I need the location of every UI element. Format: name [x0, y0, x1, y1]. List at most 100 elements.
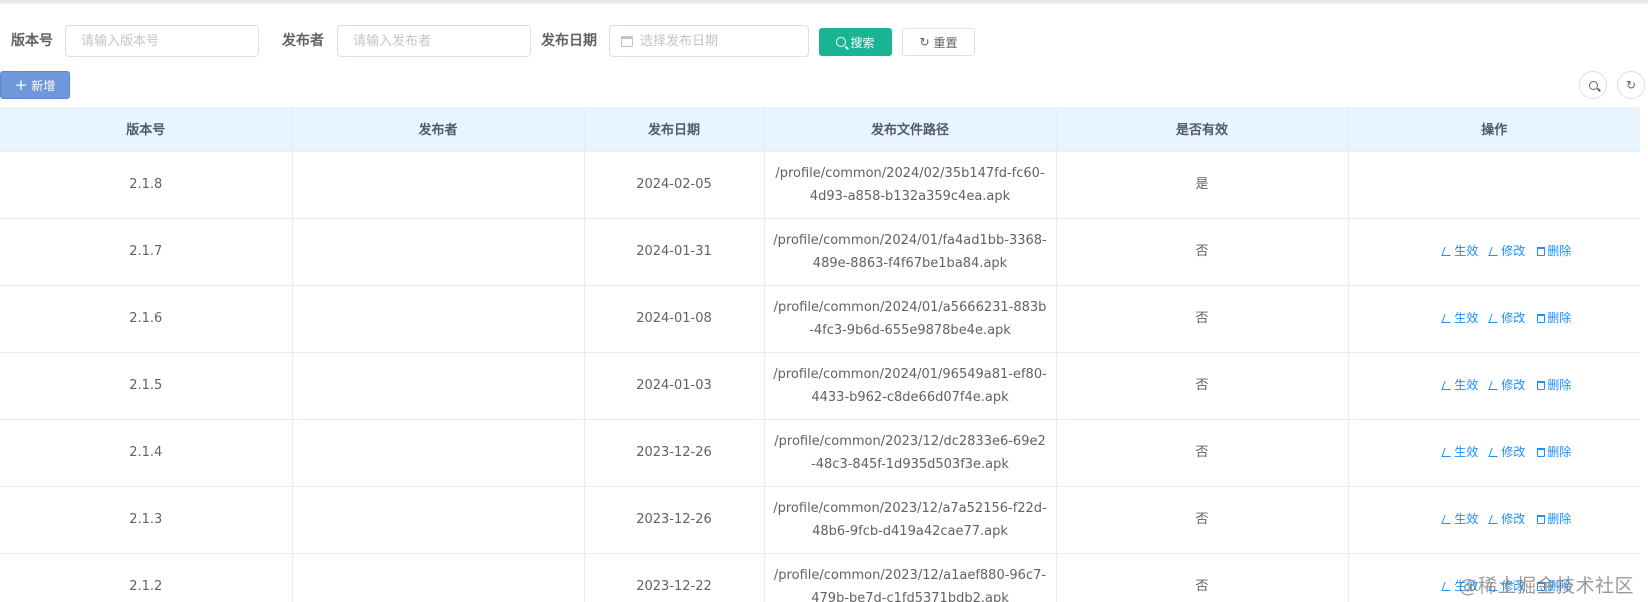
cell-date: 2024-01-08: [584, 285, 765, 353]
action-label: 删除: [1547, 378, 1572, 392]
delete-button[interactable]: 删除: [1537, 508, 1571, 531]
reset-button-label: 重置: [933, 35, 958, 50]
search-button-label: 搜索: [850, 35, 875, 50]
delete-button[interactable]: 删除: [1537, 307, 1571, 330]
table-row: 2.1.6 2024-01-08/profile/common/2024/01/a…: [0, 285, 1640, 353]
edit-icon: [1441, 582, 1454, 591]
trash-icon: [1537, 314, 1546, 323]
action-label: 生效: [1454, 311, 1479, 325]
edit-icon: [1488, 448, 1501, 457]
edit-icon: [1441, 448, 1454, 457]
refresh-icon: ↻: [919, 35, 930, 49]
edit-icon: [1441, 381, 1454, 390]
cell-version: 2.1.6: [0, 285, 293, 353]
date-input[interactable]: [640, 26, 800, 56]
cell-publisher: [292, 486, 585, 554]
cell-path: /profile/common/2023/12/a1aef880-96c7-47…: [764, 553, 1057, 602]
action-label: 修改: [1501, 512, 1526, 526]
search-icon: [836, 37, 847, 47]
action-label: 修改: [1501, 244, 1526, 258]
cell-actions: 生效 修改 删除: [1348, 218, 1640, 286]
table-row: 2.1.7 2024-01-31/profile/common/2024/01/f…: [0, 218, 1640, 286]
cell-actions: 生效 修改 删除: [1348, 285, 1640, 353]
cell-date: 2024-01-03: [584, 352, 765, 420]
row-actions: 生效 修改 删除: [1357, 441, 1633, 464]
cell-path: /profile/common/2024/01/96549a81-ef80-44…: [764, 352, 1057, 420]
toggle-search-button[interactable]: [1579, 71, 1607, 99]
cell-actions: 生效 修改 删除: [1348, 419, 1640, 487]
activate-button[interactable]: 生效: [1441, 374, 1478, 397]
edit-icon: [1488, 381, 1501, 390]
search-button[interactable]: 搜索: [819, 28, 892, 56]
cell-publisher: [292, 218, 585, 286]
delete-button[interactable]: 删除: [1537, 441, 1571, 464]
date-picker[interactable]: [609, 25, 809, 57]
action-label: 修改: [1501, 378, 1526, 392]
action-label: 生效: [1454, 512, 1479, 526]
cell-publisher: [292, 352, 585, 420]
trash-icon: [1537, 247, 1546, 256]
action-label: 删除: [1547, 244, 1572, 258]
cell-actions: 生效 修改 删除: [1348, 352, 1640, 420]
cell-date: 2024-01-31: [584, 218, 765, 286]
action-label: 生效: [1454, 244, 1479, 258]
cell-path: /profile/common/2024/02/35b147fd-fc60-4d…: [764, 151, 1057, 219]
cell-date: 2023-12-26: [584, 486, 765, 554]
header-version: 版本号: [0, 107, 293, 152]
table-row: 2.1.4 2023-12-26/profile/common/2023/12/d…: [0, 419, 1640, 487]
action-label: 修改: [1501, 311, 1526, 325]
delete-button[interactable]: 删除: [1537, 374, 1571, 397]
header-actions: 操作: [1348, 107, 1640, 152]
edit-button[interactable]: 修改: [1488, 240, 1526, 263]
publisher-label: 发布者: [282, 33, 324, 49]
reset-button[interactable]: ↻ 重置: [902, 28, 975, 56]
edit-icon: [1441, 247, 1454, 256]
cell-version: 2.1.3: [0, 486, 293, 554]
date-label: 发布日期: [541, 33, 597, 49]
edit-icon: [1488, 515, 1501, 524]
cell-valid: 否: [1056, 419, 1349, 487]
trash-icon: [1537, 515, 1546, 524]
activate-button[interactable]: 生效: [1441, 307, 1479, 330]
cell-date: 2023-12-22: [584, 553, 765, 602]
cell-valid: 否: [1056, 285, 1349, 353]
header-publisher: 发布者: [292, 107, 585, 152]
refresh-icon: ↻: [1625, 78, 1637, 92]
edit-button[interactable]: 修改: [1488, 374, 1526, 397]
add-button[interactable]: + 新增: [0, 71, 70, 99]
edit-button[interactable]: 修改: [1488, 441, 1526, 464]
cell-valid: 否: [1056, 553, 1349, 602]
action-label: 修改: [1501, 445, 1526, 459]
table-row: 2.1.2 2023-12-22/profile/common/2023/12/a…: [0, 553, 1640, 602]
header-path: 发布文件路径: [764, 107, 1057, 152]
cell-actions: [1348, 151, 1640, 219]
table-row: 2.1.3 2023-12-26/profile/common/2023/12/a…: [0, 486, 1640, 554]
cell-version: 2.1.8: [0, 151, 293, 219]
search-form: 版本号 发布者 发布日期 搜索 ↻ 重置: [0, 25, 1648, 57]
cell-date: 2023-12-26: [584, 419, 765, 487]
search-icon: [1588, 80, 1598, 90]
version-input[interactable]: [65, 25, 259, 57]
action-label: 删除: [1547, 445, 1572, 459]
edit-button[interactable]: 修改: [1488, 307, 1526, 330]
activate-button[interactable]: 生效: [1441, 240, 1479, 263]
trash-icon: [1537, 448, 1546, 457]
edit-icon: [1488, 247, 1501, 256]
publisher-input[interactable]: [337, 25, 531, 57]
cell-path: /profile/common/2024/01/a5666231-883b-4f…: [764, 285, 1057, 353]
cell-publisher: [292, 553, 585, 602]
cell-valid: 否: [1056, 218, 1349, 286]
activate-button[interactable]: 生效: [1441, 441, 1478, 464]
plus-icon: +: [14, 75, 28, 94]
trash-icon: [1537, 381, 1546, 390]
refresh-table-button[interactable]: ↻: [1617, 71, 1645, 99]
cell-publisher: [292, 419, 585, 487]
calendar-icon: [621, 36, 633, 47]
activate-button[interactable]: 生效: [1441, 508, 1479, 531]
edit-button[interactable]: 修改: [1488, 508, 1526, 531]
row-actions: 生效 修改 删除: [1357, 508, 1633, 531]
cell-publisher: [292, 285, 585, 353]
table-row: 2.1.5 2024-01-03/profile/common/2024/01/9…: [0, 352, 1640, 420]
version-table: 版本号 发布者 发布日期 发布文件路径 是否有效 操作 2.1.8 2024-02…: [0, 107, 1640, 602]
delete-button[interactable]: 删除: [1537, 240, 1571, 263]
